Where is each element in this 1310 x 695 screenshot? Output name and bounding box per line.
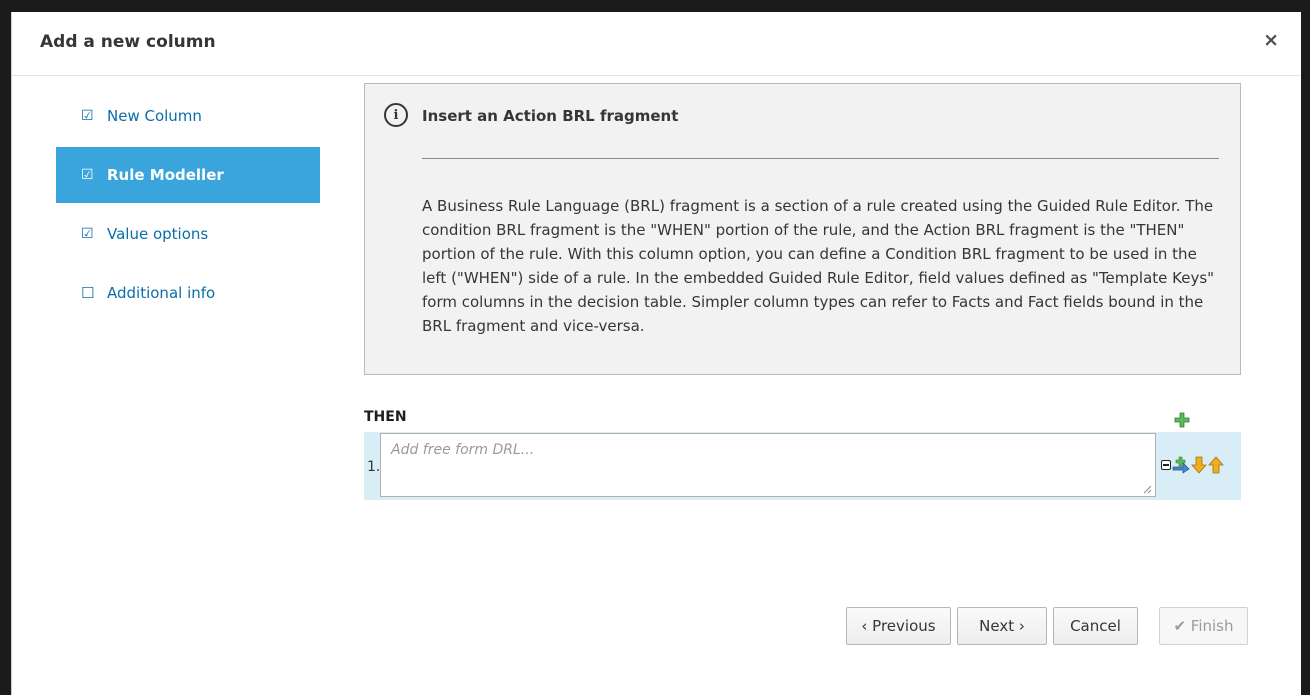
- free-form-drl-input[interactable]: [380, 433, 1156, 497]
- step-additional-info[interactable]: ☐ Additional info: [56, 265, 320, 321]
- checkbox-empty-icon: ☐: [81, 284, 95, 302]
- then-label: THEN: [364, 409, 407, 425]
- checkbox-checked-icon: ☑: [81, 167, 94, 183]
- checkbox-checked-icon: ☑: [81, 108, 94, 124]
- info-panel: i Insert an Action BRL fragment A Busine…: [364, 83, 1241, 375]
- info-circle-icon: i: [384, 103, 408, 127]
- close-icon[interactable]: ×: [1263, 31, 1279, 50]
- cancel-button[interactable]: Cancel: [1053, 607, 1138, 645]
- step-new-column[interactable]: ☑ New Column: [56, 88, 320, 144]
- row-number: 1.: [367, 459, 381, 475]
- step-value-options[interactable]: ☑ Value options: [56, 206, 320, 262]
- move-down-icon[interactable]: [1191, 456, 1207, 474]
- add-action-plus-icon[interactable]: [1174, 412, 1190, 428]
- step-label: New Column: [107, 107, 202, 125]
- remove-row-icon[interactable]: [1161, 460, 1171, 470]
- drl-row: 1.: [364, 432, 1241, 500]
- row-tools: [1161, 456, 1224, 474]
- step-rule-modeller[interactable]: ☑ Rule Modeller: [56, 147, 320, 203]
- previous-button[interactable]: ‹ Previous: [846, 607, 951, 645]
- step-label: Additional info: [107, 284, 216, 302]
- modal-header: Add a new column ×: [12, 12, 1301, 76]
- finish-button[interactable]: ✔ Finish: [1159, 607, 1248, 645]
- divider: [422, 158, 1219, 159]
- step-label: Rule Modeller: [107, 166, 224, 184]
- checkbox-checked-icon: ☑: [81, 226, 94, 242]
- wizard-steps: ☑ New Column ☑ Rule Modeller ☑ Value opt…: [56, 88, 320, 324]
- insert-row-icon[interactable]: [1172, 456, 1190, 474]
- info-title: Insert an Action BRL fragment: [422, 107, 679, 125]
- info-description: A Business Rule Language (BRL) fragment …: [422, 197, 1215, 335]
- modal-title: Add a new column: [40, 32, 216, 52]
- resize-grip-icon[interactable]: [1142, 484, 1152, 494]
- step-label: Value options: [107, 225, 209, 243]
- next-button[interactable]: Next ›: [957, 607, 1047, 645]
- move-up-icon[interactable]: [1208, 456, 1224, 474]
